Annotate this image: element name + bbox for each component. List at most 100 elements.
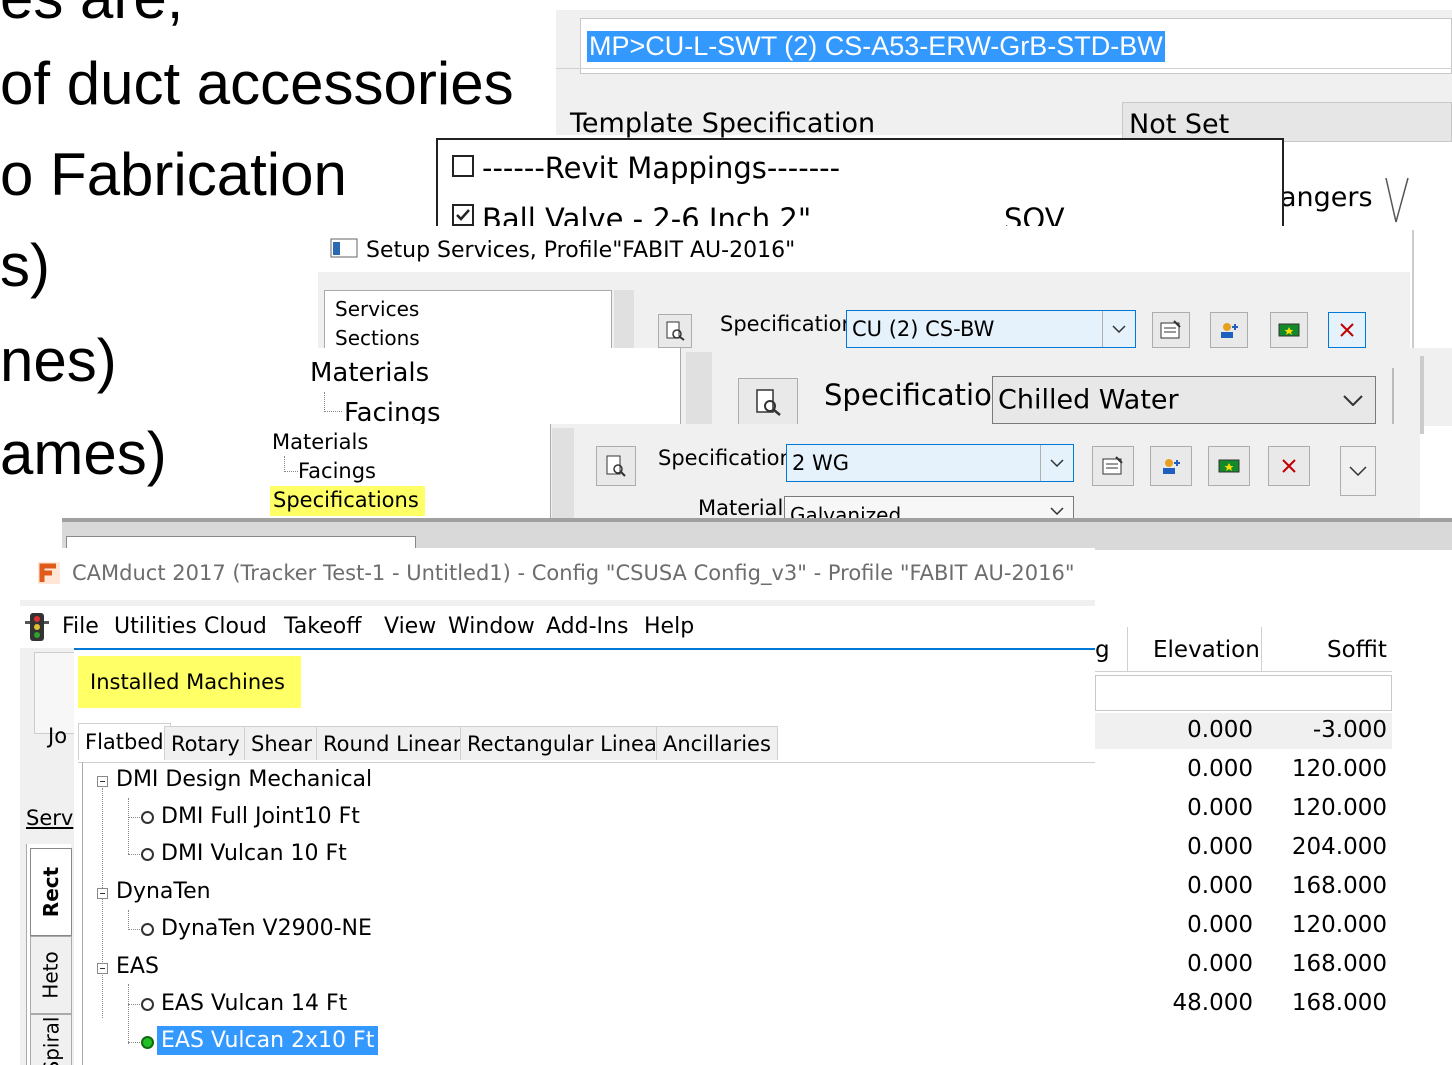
tree-node-eas-vulcan-2x10[interactable]: EAS Vulcan 2x10 Ft: [157, 1026, 379, 1055]
slide-line-3: s): [0, 232, 50, 299]
hangers-area: angers: [1280, 150, 1452, 228]
document-search-icon: [756, 389, 781, 416]
menu-help[interactable]: Help: [644, 614, 694, 639]
slide-line-0: es are;: [0, 0, 183, 28]
revit-mappings-checkbox[interactable]: [452, 155, 474, 177]
tree-item-specifications[interactable]: Specifications: [270, 486, 425, 516]
cell-elevation: 0.000: [1187, 717, 1253, 743]
zoom-b-spec-label: Specification: [824, 378, 1011, 412]
tree-item-sections[interactable]: Sections: [335, 326, 420, 350]
tree-item-materials[interactable]: Materials: [310, 358, 429, 388]
template-spec-field[interactable]: Not Set: [1122, 102, 1452, 142]
menu-bar: File Utilities Cloud Takeoff View Window…: [20, 606, 1095, 648]
tab-shear[interactable]: Shear: [244, 726, 320, 760]
menu-file[interactable]: File: [62, 614, 99, 639]
zoom-c-properties-button[interactable]: [1092, 446, 1134, 486]
chevron-down-icon[interactable]: [1331, 377, 1375, 423]
menu-window[interactable]: Window: [448, 614, 535, 639]
zoom-b-preview-button[interactable]: [738, 378, 798, 426]
selected-name-text[interactable]: MP>CU-L-SWT (2) CS-A53-ERW-GrB-STD-BW: [587, 31, 1165, 62]
header-soffit[interactable]: Soffit: [1327, 637, 1387, 663]
cell-elevation: 0.000: [1187, 912, 1253, 938]
zoom-c-preview-button[interactable]: [596, 446, 636, 486]
delete-button[interactable]: [1328, 312, 1366, 348]
machine-tree: DMI Design Mechanical DMI Full Joint10 F…: [82, 762, 1095, 1065]
tab-round-linear[interactable]: Round Linear: [316, 726, 469, 760]
spec-value: CU (2) CS-BW: [852, 317, 995, 341]
cell-soffit: 168.000: [1291, 951, 1387, 977]
setup-tree[interactable]: Services Sections: [324, 290, 612, 356]
zoom-b-spec-combobox[interactable]: Chilled Water: [992, 376, 1376, 424]
camduct-title-bar: CAMduct 2017 (Tracker Test-1 - Untitled1…: [20, 548, 1095, 600]
machine-active-icon: [141, 1036, 154, 1049]
tree-node-dmi-full-joint[interactable]: DMI Full Joint10 Ft: [161, 804, 360, 829]
name-field[interactable]: MP>CU-L-SWT (2) CS-A53-ERW-GrB-STD-BW: [580, 18, 1452, 74]
zoom-c-new-button[interactable]: [1208, 446, 1250, 486]
tree-node-eas[interactable]: EAS: [116, 954, 159, 979]
menu-view[interactable]: View: [384, 614, 436, 639]
new-item-icon: [1278, 323, 1300, 337]
menu-takeoff[interactable]: Takeoff: [284, 614, 361, 639]
elevation-table: g Elevation Soffit 0.000 -3.000 0.000 12…: [1095, 627, 1452, 1065]
chevron-down-icon[interactable]: [1040, 445, 1073, 481]
zoom-c-user-button[interactable]: [1150, 446, 1192, 486]
expand-toggle-dmi[interactable]: [97, 776, 108, 787]
zoom-c-delete-button[interactable]: [1268, 446, 1310, 486]
vtab-spiral-label: Spiral: [39, 1016, 64, 1065]
menu-add-ins[interactable]: Add-Ins: [546, 614, 628, 639]
expand-toggle-dynaten[interactable]: [97, 888, 108, 899]
tab-ancillaries[interactable]: Ancillaries: [656, 726, 778, 760]
serv-link[interactable]: Serv: [26, 806, 73, 830]
spec-combobox[interactable]: CU (2) CS-BW: [846, 310, 1136, 348]
menu-cloud[interactable]: Cloud: [204, 614, 267, 639]
tree-node-dynaten-v2900[interactable]: DynaTen V2900-NE: [161, 916, 372, 941]
tree-item-facings[interactable]: Facings: [298, 459, 376, 483]
tree-node-dmi-vulcan[interactable]: DMI Vulcan 10 Ft: [161, 841, 347, 866]
preview-button[interactable]: [658, 314, 692, 348]
tree-item-materials[interactable]: Materials: [272, 430, 368, 454]
header-partial: g: [1095, 637, 1110, 663]
new-button[interactable]: [1270, 312, 1308, 348]
camduct-logo-icon: [38, 562, 60, 584]
zoom-c-expand-button[interactable]: [1340, 446, 1376, 496]
filter-row[interactable]: [1095, 675, 1392, 711]
menu-utilities[interactable]: Utilities: [114, 614, 197, 639]
properties-button[interactable]: [1152, 312, 1190, 348]
ball-valve-checkbox[interactable]: [452, 204, 474, 226]
expand-toggle-eas[interactable]: [97, 963, 108, 974]
vtab-spiral[interactable]: Spiral: [30, 1014, 72, 1065]
zoom-panel-b: Materials Facings Specification Chilled …: [302, 348, 1452, 428]
tree-node-dmi[interactable]: DMI Design Mechanical: [116, 767, 372, 792]
setup-tree-scrollbar[interactable]: [614, 290, 634, 356]
cell-elevation: 0.000: [1187, 795, 1253, 821]
cell-elevation: 48.000: [1172, 990, 1253, 1016]
chevron-down-icon[interactable]: [1102, 311, 1135, 347]
installed-machines-title: Installed Machines: [78, 656, 301, 708]
zoom-c-tree[interactable]: Materials Facings Specifications: [264, 424, 551, 520]
tree-node-dynaten[interactable]: DynaTen: [116, 879, 211, 904]
vtab-heto-label: Heto: [39, 951, 64, 999]
machine-status-icon: [141, 998, 154, 1011]
cell-elevation: 0.000: [1187, 756, 1253, 782]
tab-hangers[interactable]: angers: [1280, 182, 1373, 213]
machine-status-icon: [141, 848, 154, 861]
zoom-c-scrollbar[interactable]: [552, 428, 574, 520]
tree-item-services[interactable]: Services: [335, 297, 419, 321]
header-elevation[interactable]: Elevation: [1153, 637, 1260, 663]
setup-title: Setup Services, Profile"FABIT AU-2016": [366, 238, 796, 263]
tab-rectangular-linear[interactable]: Rectangular Linear: [460, 726, 673, 760]
left-strip: Jo Serv Rect Heto Spiral: [20, 648, 76, 1065]
properties-icon: [1160, 320, 1181, 339]
cell-elevation: 0.000: [1187, 834, 1253, 860]
tab-rotary[interactable]: Rotary: [164, 726, 247, 760]
vtab-heto[interactable]: Heto: [30, 936, 72, 1014]
setup-title-bar: Setup Services, Profile"FABIT AU-2016": [318, 226, 1410, 272]
user-button[interactable]: [1210, 312, 1248, 348]
tab-flatbed[interactable]: Flatbed: [78, 723, 171, 760]
tree-node-eas-vulcan-14[interactable]: EAS Vulcan 14 Ft: [161, 991, 347, 1016]
vtab-rect[interactable]: Rect: [30, 848, 72, 936]
zoom-b-scrollbar[interactable]: [686, 352, 712, 426]
zoom-c-spec-combobox[interactable]: 2 WG: [786, 444, 1074, 482]
zoom-b-tree[interactable]: Materials Facings: [302, 348, 681, 428]
cell-soffit: 168.000: [1291, 990, 1387, 1016]
